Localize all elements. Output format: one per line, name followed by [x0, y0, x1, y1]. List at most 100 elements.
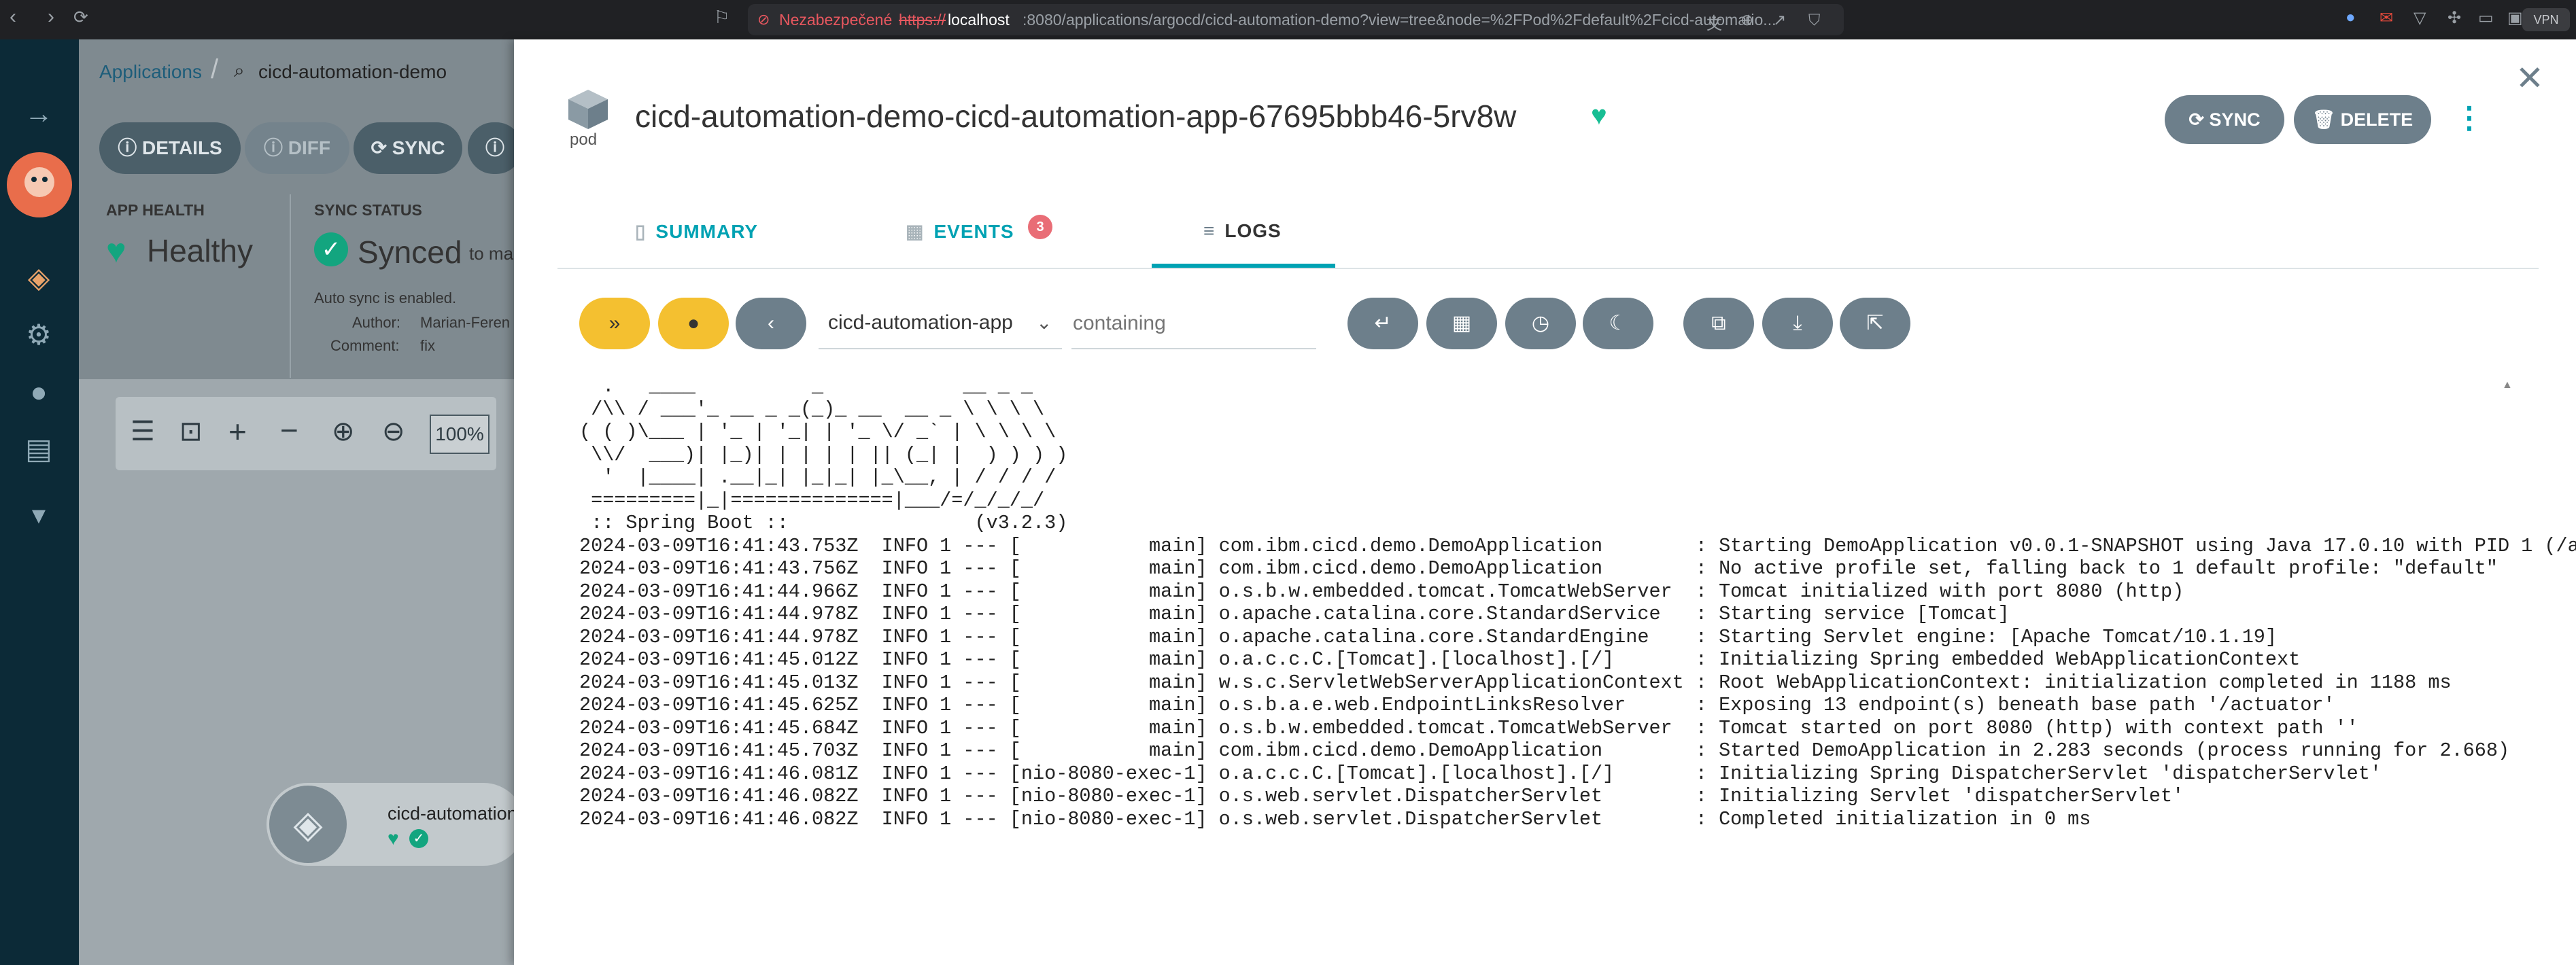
sync-status-value: Synced: [358, 234, 462, 270]
expand-icon[interactable]: +: [228, 413, 247, 450]
details-button[interactable]: ⓘ DETAILS: [99, 122, 241, 174]
graph-toolbar: ☰ ⊡ + − ⊕ ⊖ 100%: [116, 397, 496, 470]
log-line: 2024-03-09T16:41:46.081Z INFO 1 --- [nio…: [579, 762, 2382, 785]
sidebar-icon[interactable]: ▭: [2478, 8, 2494, 28]
check-icon: ✓: [314, 232, 348, 266]
reload-icon[interactable]: ⟳: [73, 7, 88, 28]
since-date-button[interactable]: ▦: [1426, 298, 1497, 349]
more-menu-icon[interactable]: ⋮: [2454, 94, 2484, 143]
applications-icon[interactable]: ◈: [19, 258, 58, 298]
resource-title: cicd-automation-demo-cicd-automation-app…: [635, 99, 1517, 134]
close-icon[interactable]: ✕: [2515, 58, 2544, 98]
pod-icon: ◈: [269, 786, 347, 863]
log-line: 2024-03-09T16:41:45.703Z INFO 1 --- [ ma…: [579, 739, 2510, 762]
previous-button[interactable]: ‹: [736, 298, 806, 349]
calendar-icon: ▦: [906, 221, 925, 242]
argo-logo: [7, 152, 72, 217]
zoom-in-icon[interactable]: ⊕: [332, 416, 355, 447]
settings-icon[interactable]: ⚙: [19, 315, 58, 355]
wallet-icon[interactable]: ▣: [2507, 8, 2523, 28]
log-line: 2024-03-09T16:41:46.082Z INFO 1 --- [nio…: [579, 785, 2184, 807]
container-select[interactable]: cicd-automation-app ⌄: [819, 299, 1062, 349]
breadcrumb-current: cicd-automation-demo: [258, 61, 447, 82]
pod-kind-icon: [566, 87, 611, 132]
scroll-bottom-button[interactable]: ●: [658, 298, 729, 349]
kind-label: pod: [570, 130, 598, 149]
log-line: 2024-03-09T16:41:45.684Z INFO 1 --- [ ma…: [579, 716, 2358, 739]
node-health-icon: ♥: [388, 828, 399, 849]
log-line: :: Spring Boot :: (v3.2.3): [579, 512, 1068, 534]
download-arrow-icon[interactable]: ▽: [2414, 8, 2426, 28]
wrap-lines-button[interactable]: ↵: [1347, 298, 1418, 349]
log-line: 2024-03-09T16:41:45.012Z INFO 1 --- [ ma…: [579, 648, 2301, 671]
heart-icon: ♥: [106, 232, 126, 270]
back-icon[interactable]: ‹: [10, 5, 16, 29]
container-select-value: cicd-automation-app: [828, 311, 1013, 334]
filter-icon[interactable]: ▼: [19, 496, 58, 536]
node-name: cicd-automation: [388, 803, 517, 824]
log-line: 2024-03-09T16:41:46.082Z INFO 1 --- [nio…: [579, 807, 2091, 830]
log-content: . ____ _ __ _ _ /\\ / ___'_ __ _ _(_)_ _…: [579, 375, 2576, 830]
open-external-button[interactable]: ⇱: [1840, 298, 1910, 349]
vpn-label: VPN: [2533, 13, 2559, 27]
docs-icon[interactable]: ▤: [19, 429, 58, 469]
panel-sync-button[interactable]: ⟳ SYNC: [2165, 95, 2284, 144]
log-line: =========|_|==============|___/=/_/_/_/: [579, 489, 1045, 512]
collapse-icon[interactable]: −: [280, 412, 298, 449]
auto-sync-text: Auto sync is enabled.: [314, 290, 457, 306]
puzzle-icon[interactable]: ✣: [2448, 8, 2461, 28]
logs-icon: ≡: [1203, 220, 1216, 241]
summary-icon: ▯: [635, 221, 647, 242]
sync-button[interactable]: ⟳ SYNC: [354, 122, 462, 174]
download-logs-button[interactable]: ⤓: [1762, 298, 1833, 349]
extension-icon[interactable]: ●: [2346, 8, 2356, 27]
timestamps-button[interactable]: ◷: [1505, 298, 1576, 349]
breadcrumb-applications[interactable]: Applications: [99, 61, 202, 83]
bookmark-icon[interactable]: ⚐: [714, 7, 729, 28]
mail-icon[interactable]: ✉: [2380, 8, 2393, 28]
translate-icon[interactable]: 文: [1706, 11, 1722, 34]
chevron-down-icon: ⌄: [1036, 312, 1052, 333]
author-value: Marian-Feren: [420, 314, 511, 331]
copy-logs-button[interactable]: ⧉: [1683, 298, 1754, 349]
tab-events[interactable]: ▦ EVENTS: [906, 220, 1014, 243]
tabs-divider: [557, 268, 2539, 269]
expand-arrow-icon[interactable]: →: [19, 94, 58, 133]
zoom-icon[interactable]: ⊕: [1740, 11, 1753, 29]
vpn-button[interactable]: VPN: [2522, 8, 2570, 31]
follow-logs-button[interactable]: »: [579, 298, 650, 349]
shield-icon[interactable]: ⛉: [1808, 11, 1820, 29]
address-bar[interactable]: ⊘ Nezabezpečené https:// localhost :8080…: [748, 4, 1844, 35]
zoom-out-icon[interactable]: ⊖: [382, 416, 405, 447]
warning-icon: ⊘: [757, 11, 770, 28]
tab-logs[interactable]: ≡ LOGS: [1203, 220, 1282, 242]
log-viewer[interactable]: . ____ _ __ _ _ /\\ / ___'_ __ _ _(_)_ _…: [579, 375, 2576, 965]
filter-container: [1071, 299, 1316, 349]
browser-toolbar: ‹ › ⟳ ⚐ ⊘ Nezabezpečené https:// localho…: [0, 0, 2576, 39]
log-line: 2024-03-09T16:41:43.756Z INFO 1 --- [ ma…: [579, 557, 2498, 580]
user-icon[interactable]: ●: [19, 372, 58, 412]
zoom-level[interactable]: 100%: [430, 415, 490, 454]
app-health-value: Healthy: [147, 233, 253, 268]
panel-delete-button[interactable]: 🗑 DELETE: [2294, 95, 2431, 144]
tab-summary[interactable]: ▯ SUMMARY: [635, 220, 758, 243]
align-icon[interactable]: ☰: [131, 416, 155, 447]
log-line: ' |____| .__|_| |_|_| |_\__, | / / / /: [579, 466, 1057, 489]
left-navigation: → ◈ ⚙ ● ▤ ▼: [0, 39, 79, 965]
fit-icon[interactable]: ⊡: [179, 416, 203, 447]
filter-input[interactable]: [1071, 299, 1312, 348]
comment-label: Comment:: [330, 337, 400, 354]
diff-button[interactable]: ⓘ DIFF: [245, 122, 349, 174]
log-line: 2024-03-09T16:41:44.978Z INFO 1 --- [ ma…: [579, 625, 2278, 648]
comment-value: fix: [420, 337, 435, 354]
events-count-badge: 3: [1028, 215, 1052, 239]
url-path: :8080/applications/argocd/cicd-automatio…: [1023, 11, 1776, 29]
url-host: localhost: [948, 11, 1010, 29]
sync-target: to ma: [469, 243, 514, 264]
forward-icon[interactable]: ›: [48, 5, 54, 29]
share-icon[interactable]: ↗: [1773, 11, 1786, 29]
resource-node[interactable]: ◈ cicd-automation ♥ ✓: [267, 783, 525, 866]
security-label: Nezabezpečené: [779, 11, 893, 29]
log-line: 2024-03-09T16:41:44.966Z INFO 1 --- [ ma…: [579, 580, 2184, 603]
dark-mode-button[interactable]: ☾: [1583, 298, 1653, 349]
